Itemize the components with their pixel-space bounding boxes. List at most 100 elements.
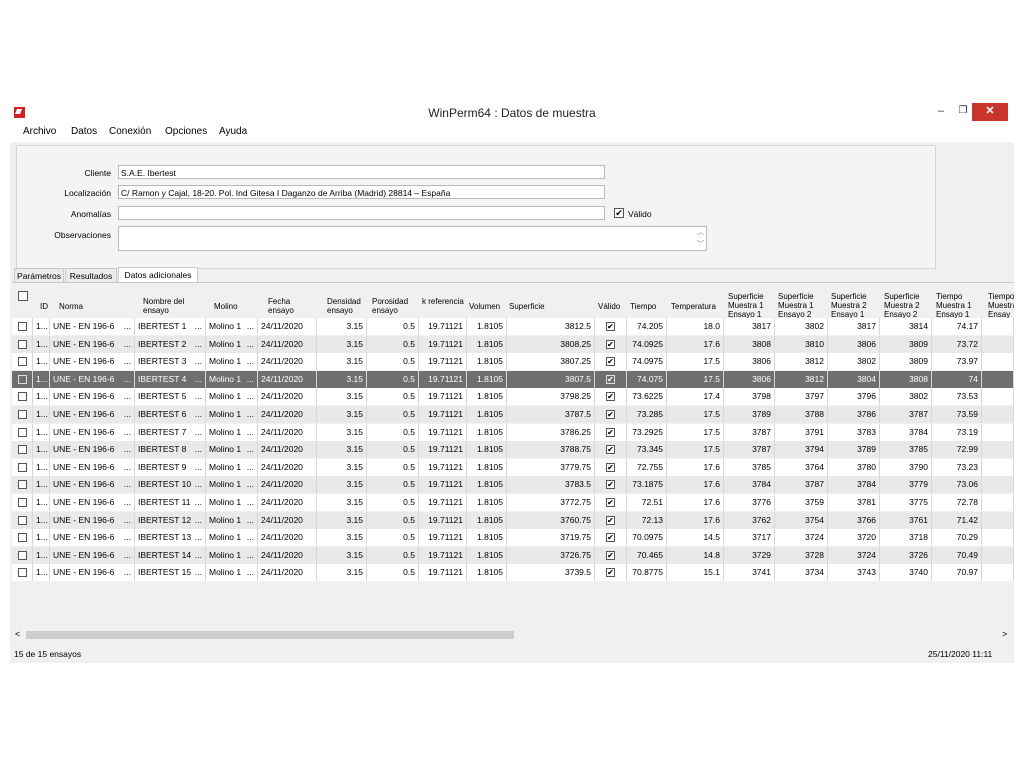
select-checkbox[interactable] bbox=[17, 322, 27, 331]
ellipsis-icon[interactable]: ... bbox=[124, 441, 131, 458]
row-valido-checkbox[interactable]: ✔ bbox=[595, 494, 627, 511]
table-row[interactable]: 1... UNE - EN 196-6... IBERTEST 6... Molino… bbox=[12, 406, 1014, 423]
row-select-checkbox[interactable] bbox=[12, 318, 33, 335]
select-checkbox[interactable] bbox=[17, 445, 27, 455]
ellipsis-icon[interactable]: ... bbox=[195, 529, 202, 546]
menu-opciones[interactable]: Opciones bbox=[165, 126, 207, 137]
ellipsis-icon[interactable]: ... bbox=[247, 424, 254, 441]
row-valido-checkbox[interactable]: ✔ bbox=[595, 370, 627, 388]
row-valido-checkbox[interactable]: ✔ bbox=[595, 406, 627, 423]
observaciones-field[interactable] bbox=[118, 226, 707, 251]
scroll-left-icon[interactable]: < bbox=[15, 629, 20, 639]
close-button[interactable]: ✕ bbox=[972, 103, 1008, 121]
valido-checkbox[interactable]: ✔ bbox=[606, 374, 615, 384]
ellipsis-icon[interactable]: ... bbox=[195, 512, 202, 529]
header-superficie[interactable]: Superficie bbox=[509, 302, 545, 311]
ellipsis-icon[interactable]: ... bbox=[247, 512, 254, 529]
select-checkbox[interactable] bbox=[17, 498, 27, 507]
header-superficie-m2e2[interactable]: Superficie Muestra 2 Ensayo 2 bbox=[884, 292, 928, 319]
ellipsis-icon[interactable]: ... bbox=[124, 512, 131, 529]
row-valido-checkbox[interactable]: ✔ bbox=[595, 353, 627, 371]
table-row[interactable]: 1... UNE - EN 196-6... IBERTEST 15... Molin… bbox=[12, 564, 1014, 582]
row-valido-checkbox[interactable]: ✔ bbox=[595, 458, 627, 476]
row-select-checkbox[interactable] bbox=[12, 406, 33, 423]
ellipsis-icon[interactable]: ... bbox=[195, 406, 202, 423]
valido-checkbox[interactable]: ✔ bbox=[606, 568, 615, 578]
row-valido-checkbox[interactable]: ✔ bbox=[595, 476, 627, 494]
table-row[interactable]: 1... UNE - EN 196-6... IBERTEST 5... Molino… bbox=[12, 388, 1014, 406]
valido-checkbox[interactable]: ✔ bbox=[614, 208, 624, 218]
ellipsis-icon[interactable]: ... bbox=[247, 459, 254, 476]
observaciones-scroll-down-icon[interactable]: ﹀ bbox=[697, 239, 704, 249]
menu-ayuda[interactable]: Ayuda bbox=[219, 126, 247, 137]
maximize-button[interactable]: ❐ bbox=[952, 103, 974, 121]
ellipsis-icon[interactable]: ... bbox=[195, 547, 202, 564]
ellipsis-icon[interactable]: ... bbox=[124, 494, 131, 511]
header-temperatura[interactable]: Temperatura bbox=[671, 302, 716, 311]
header-superficie-m1e1[interactable]: Superficie Muestra 1 Ensayo 1 bbox=[728, 292, 772, 319]
select-checkbox[interactable] bbox=[17, 568, 27, 578]
valido-checkbox[interactable]: ✔ bbox=[606, 550, 615, 560]
table-row[interactable]: 1... UNE - EN 196-6... IBERTEST 4... Molino… bbox=[12, 370, 1014, 388]
header-porosidad-ensayo[interactable]: Porosidad ensayo bbox=[372, 297, 418, 315]
row-valido-checkbox[interactable]: ✔ bbox=[595, 564, 627, 582]
table-row[interactable]: 1... UNE - EN 196-6... IBERTEST 1... Molino… bbox=[12, 318, 1014, 335]
horizontal-scrollbar[interactable]: < > bbox=[12, 629, 1014, 641]
ellipsis-icon[interactable]: ... bbox=[124, 336, 131, 353]
tab-datos-adicionales[interactable]: Datos adicionales bbox=[118, 267, 198, 282]
table-row[interactable]: 1... UNE - EN 196-6... IBERTEST 13... Molin… bbox=[12, 529, 1014, 547]
row-valido-checkbox[interactable]: ✔ bbox=[595, 423, 627, 441]
select-checkbox[interactable] bbox=[17, 357, 27, 367]
header-volumen[interactable]: Volumen bbox=[469, 302, 500, 311]
row-select-checkbox[interactable] bbox=[12, 546, 33, 564]
table-row[interactable]: 1... UNE - EN 196-6... IBERTEST 3... Molino… bbox=[12, 353, 1014, 371]
table-row[interactable]: 1... UNE - EN 196-6... IBERTEST 14... Molin… bbox=[12, 546, 1014, 564]
table-row[interactable]: 1... UNE - EN 196-6... IBERTEST 10... Molin… bbox=[12, 476, 1014, 494]
header-superficie-m2e1[interactable]: Superficie Muestra 2 Ensayo 1 bbox=[831, 292, 875, 319]
ellipsis-icon[interactable]: ... bbox=[124, 353, 131, 370]
ellipsis-icon[interactable]: ... bbox=[195, 336, 202, 353]
header-valido[interactable]: Válido bbox=[598, 302, 620, 311]
valido-checkbox[interactable]: ✔ bbox=[606, 392, 615, 402]
ellipsis-icon[interactable]: ... bbox=[124, 406, 131, 423]
menu-conexion[interactable]: Conexión bbox=[109, 126, 151, 137]
header-densidad-ensayo[interactable]: Densidad ensayo bbox=[327, 297, 367, 315]
menu-datos[interactable]: Datos bbox=[71, 126, 97, 137]
tab-resultados[interactable]: Resultados bbox=[65, 268, 117, 282]
ellipsis-icon[interactable]: ... bbox=[124, 388, 131, 405]
select-checkbox[interactable] bbox=[17, 515, 27, 525]
valido-checkbox[interactable]: ✔ bbox=[606, 533, 615, 543]
ellipsis-icon[interactable]: ... bbox=[195, 388, 202, 405]
row-valido-checkbox[interactable]: ✔ bbox=[595, 318, 627, 335]
ellipsis-icon[interactable]: ... bbox=[247, 336, 254, 353]
ellipsis-icon[interactable]: ... bbox=[195, 353, 202, 370]
ellipsis-icon[interactable]: ... bbox=[247, 353, 254, 370]
ellipsis-icon[interactable]: ... bbox=[247, 494, 254, 511]
row-select-checkbox[interactable] bbox=[12, 458, 33, 476]
header-tiempo-m1e1[interactable]: Tiempo Muestra 1 Ensayo 1 bbox=[936, 292, 980, 319]
select-checkbox[interactable] bbox=[17, 339, 27, 349]
select-checkbox[interactable] bbox=[17, 392, 27, 402]
ellipsis-icon[interactable]: ... bbox=[124, 547, 131, 564]
localizacion-field[interactable]: C/ Ramon y Cajal, 18-20. Pol. Ind Gitesa… bbox=[118, 185, 605, 199]
header-molino[interactable]: Molino bbox=[214, 302, 238, 311]
table-row[interactable]: 1... UNE - EN 196-6... IBERTEST 8... Molino… bbox=[12, 441, 1014, 459]
row-select-checkbox[interactable] bbox=[12, 494, 33, 511]
select-checkbox[interactable] bbox=[17, 427, 27, 437]
valido-checkbox[interactable]: ✔ bbox=[606, 498, 615, 507]
ellipsis-icon[interactable]: ... bbox=[195, 424, 202, 441]
ellipsis-icon[interactable]: ... bbox=[124, 424, 131, 441]
row-valido-checkbox[interactable]: ✔ bbox=[595, 388, 627, 406]
ellipsis-icon[interactable]: ... bbox=[195, 459, 202, 476]
ellipsis-icon[interactable]: ... bbox=[195, 564, 202, 581]
menu-archivo[interactable]: Archivo bbox=[23, 126, 56, 137]
ellipsis-icon[interactable]: ... bbox=[124, 318, 131, 335]
select-checkbox[interactable] bbox=[17, 480, 27, 490]
select-checkbox[interactable] bbox=[17, 550, 27, 560]
table-row[interactable]: 1... UNE - EN 196-6... IBERTEST 11... Molin… bbox=[12, 494, 1014, 511]
header-superficie-m1e2[interactable]: Superficie Muestra 1 Ensayo 2 bbox=[778, 292, 822, 319]
select-checkbox[interactable] bbox=[17, 533, 27, 543]
valido-checkbox[interactable]: ✔ bbox=[606, 410, 615, 419]
valido-checkbox[interactable]: ✔ bbox=[606, 322, 615, 331]
ellipsis-icon[interactable]: ... bbox=[195, 318, 202, 335]
